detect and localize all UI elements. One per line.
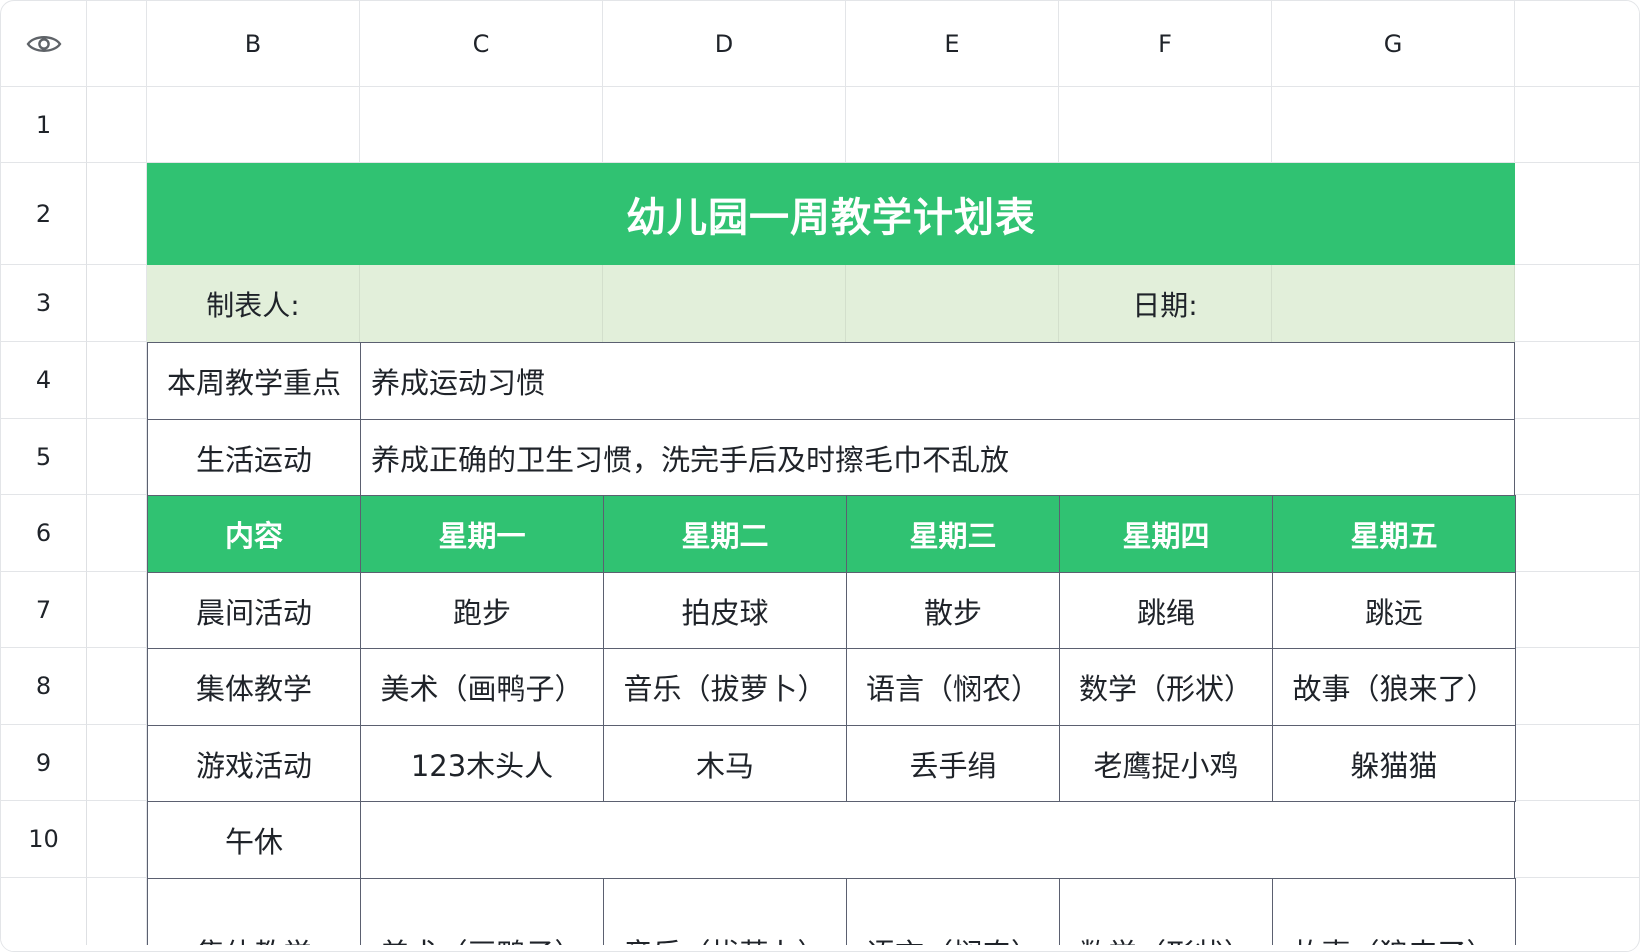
grid-cell[interactable] xyxy=(846,87,1059,163)
grid-cell[interactable] xyxy=(1515,495,1639,572)
grid-cell[interactable] xyxy=(87,265,147,342)
grid-cell[interactable] xyxy=(1515,342,1639,419)
schedule-cell-partial[interactable]: 美术（画鸭子） xyxy=(360,878,604,951)
weekday-header[interactable]: 内容 xyxy=(147,495,361,573)
schedule-cell[interactable]: 音乐（拔萝卜） xyxy=(603,648,847,726)
schedule-cell[interactable]: 跳远 xyxy=(1272,572,1516,649)
schedule-cell[interactable]: 语言（悯农） xyxy=(846,648,1060,726)
grid-cell[interactable] xyxy=(1515,648,1639,725)
viewport-edge xyxy=(1,945,1639,951)
schedule-cell[interactable]: 故事（狼来了） xyxy=(1272,648,1516,726)
grid-cell[interactable] xyxy=(87,725,147,801)
schedule-cell-partial[interactable]: 故事（狼来了） xyxy=(1272,878,1516,951)
schedule-cell[interactable]: 丢手绢 xyxy=(846,725,1060,802)
nap-value[interactable] xyxy=(360,801,1515,879)
weekday-header[interactable]: 星期四 xyxy=(1059,495,1273,573)
grid-cell[interactable] xyxy=(1272,87,1515,163)
schedule-cell-partial[interactable]: 语言（悯农） xyxy=(846,878,1060,951)
grid-cell[interactable] xyxy=(1515,725,1639,801)
spreadsheet-window: B C D E F G 1 2 3 4 5 6 7 8 9 10 幼儿园一周教学计划表 制表人: 日期: 本周教学重点… xyxy=(0,0,1640,952)
nap-label[interactable]: 午休 xyxy=(147,801,361,879)
maker-label[interactable]: 制表人: xyxy=(147,265,360,342)
schedule-cell[interactable]: 散步 xyxy=(846,572,1060,649)
column-header-d[interactable]: D xyxy=(603,1,846,87)
row-header-3[interactable]: 3 xyxy=(1,265,87,342)
grid-cell[interactable] xyxy=(1515,801,1639,878)
schedule-cell[interactable]: 晨间活动 xyxy=(147,572,361,649)
schedule-cell[interactable]: 躲猫猫 xyxy=(1272,725,1516,802)
weekday-header[interactable]: 星期五 xyxy=(1272,495,1516,573)
column-header-h[interactable] xyxy=(1515,1,1639,87)
grid-cell[interactable] xyxy=(1515,265,1639,342)
row-header-2[interactable]: 2 xyxy=(1,163,87,265)
schedule-cell-partial[interactable]: 集体教学 xyxy=(147,878,361,951)
grid-cell[interactable] xyxy=(1515,878,1639,951)
grid-cell[interactable] xyxy=(1515,87,1639,163)
schedule-cell[interactable]: 跑步 xyxy=(360,572,604,649)
maker-cell[interactable] xyxy=(603,265,846,342)
schedule-cell[interactable]: 游戏活动 xyxy=(147,725,361,802)
schedule-cell[interactable]: 跳绳 xyxy=(1059,572,1273,649)
row-header-4[interactable]: 4 xyxy=(1,342,87,419)
maker-cell[interactable] xyxy=(360,265,603,342)
grid-cell[interactable] xyxy=(87,801,147,878)
grid-cell[interactable] xyxy=(360,87,603,163)
schedule-cell[interactable]: 拍皮球 xyxy=(603,572,847,649)
grid-cell[interactable] xyxy=(603,87,846,163)
row-header-1[interactable]: 1 xyxy=(1,87,87,163)
weekday-header[interactable]: 星期二 xyxy=(603,495,847,573)
eye-icon[interactable] xyxy=(26,32,62,56)
life-value[interactable]: 养成正确的卫生习惯，洗完手后及时擦毛巾不乱放 xyxy=(360,419,1515,496)
column-header-a[interactable] xyxy=(87,1,147,87)
schedule-cell[interactable]: 老鹰捉小鸡 xyxy=(1059,725,1273,802)
schedule-cell[interactable]: 美术（画鸭子） xyxy=(360,648,604,726)
select-all-corner[interactable] xyxy=(1,1,87,87)
column-header-g[interactable]: G xyxy=(1272,1,1515,87)
date-label[interactable]: 日期: xyxy=(1059,265,1272,342)
schedule-cell[interactable]: 木马 xyxy=(603,725,847,802)
sheet-title[interactable]: 幼儿园一周教学计划表 xyxy=(147,163,1515,265)
row-header-10[interactable]: 10 xyxy=(1,801,87,878)
grid-cell[interactable] xyxy=(87,163,147,265)
schedule-cell[interactable]: 123木头人 xyxy=(360,725,604,802)
row-header-7[interactable]: 7 xyxy=(1,572,87,648)
row-header-9[interactable]: 9 xyxy=(1,725,87,801)
grid-cell[interactable] xyxy=(87,878,147,951)
grid-cell[interactable] xyxy=(87,572,147,648)
grid-cell[interactable] xyxy=(1515,572,1639,648)
grid-cell[interactable] xyxy=(87,419,147,495)
grid-cell[interactable] xyxy=(87,495,147,572)
row-header-6[interactable]: 6 xyxy=(1,495,87,572)
date-cell[interactable] xyxy=(1272,265,1515,342)
schedule-cell[interactable]: 集体教学 xyxy=(147,648,361,726)
sheet-grid: B C D E F G 1 2 3 4 5 6 7 8 9 10 幼儿园一周教学计划表 制表人: 日期: 本周教学重点… xyxy=(1,1,1639,951)
maker-cell[interactable] xyxy=(846,265,1059,342)
schedule-cell[interactable]: 数学（形状） xyxy=(1059,648,1273,726)
column-header-f[interactable]: F xyxy=(1059,1,1272,87)
weekday-header[interactable]: 星期三 xyxy=(846,495,1060,573)
grid-cell[interactable] xyxy=(87,87,147,163)
row-header-11[interactable] xyxy=(1,878,87,951)
column-header-b[interactable]: B xyxy=(147,1,360,87)
focus-value[interactable]: 养成运动习惯 xyxy=(360,342,1515,420)
column-header-c[interactable]: C xyxy=(360,1,603,87)
focus-label[interactable]: 本周教学重点 xyxy=(147,342,361,420)
life-label[interactable]: 生活运动 xyxy=(147,419,361,496)
grid-cell[interactable] xyxy=(87,342,147,419)
weekday-header[interactable]: 星期一 xyxy=(360,495,604,573)
column-header-e[interactable]: E xyxy=(846,1,1059,87)
grid-cell[interactable] xyxy=(87,648,147,725)
grid-cell[interactable] xyxy=(1515,419,1639,495)
row-header-8[interactable]: 8 xyxy=(1,648,87,725)
grid-cell[interactable] xyxy=(1059,87,1272,163)
grid-cell[interactable] xyxy=(147,87,360,163)
schedule-cell-partial[interactable]: 音乐（拔萝卜） xyxy=(603,878,847,951)
grid-cell[interactable] xyxy=(1515,163,1639,265)
schedule-cell-partial[interactable]: 数学（形状） xyxy=(1059,878,1273,951)
row-header-5[interactable]: 5 xyxy=(1,419,87,495)
